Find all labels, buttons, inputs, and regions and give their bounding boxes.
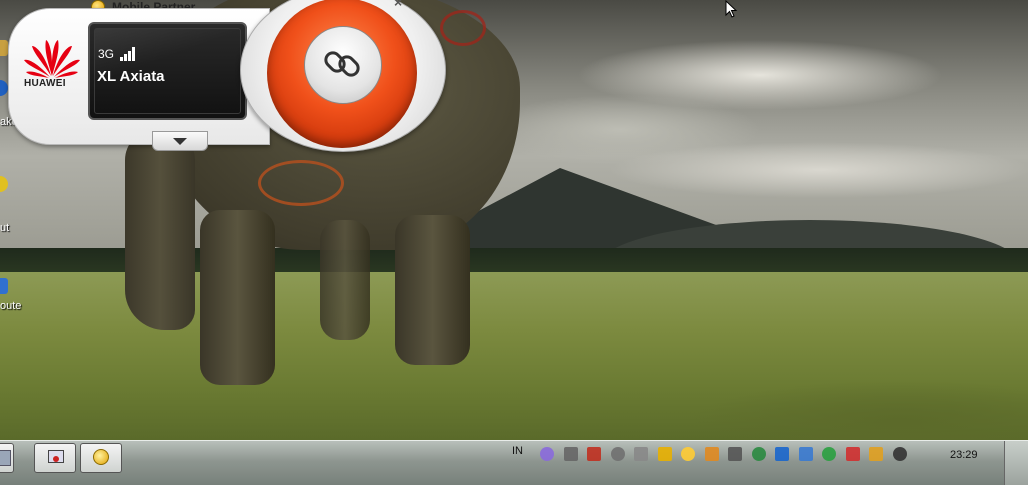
signal-icon[interactable] xyxy=(728,447,742,461)
yahoo-messenger-icon[interactable] xyxy=(681,447,695,461)
flag-check-icon[interactable] xyxy=(822,447,836,461)
wallpaper-tattoo xyxy=(440,10,486,46)
tools-icon[interactable] xyxy=(610,447,625,461)
network-type-label: 3G xyxy=(98,47,115,61)
mobile-partner-icon xyxy=(93,449,109,465)
taskbar-button-mobile-partner[interactable] xyxy=(80,443,122,473)
desktop-shortcut-icon[interactable] xyxy=(0,278,8,294)
desktop-icon-label[interactable]: ut xyxy=(0,222,9,234)
arrow-icon[interactable] xyxy=(775,447,789,461)
window-icon xyxy=(0,450,11,466)
desktop-icon-label[interactable]: oute xyxy=(0,300,21,312)
signal-strength-icon xyxy=(120,47,138,61)
brand-label: HUAWEI xyxy=(24,78,66,89)
expand-button[interactable] xyxy=(152,131,208,151)
desktop-shortcut-icon[interactable] xyxy=(0,40,8,56)
burst-icon[interactable] xyxy=(869,447,883,461)
wallpaper-elephant-leg xyxy=(320,220,370,340)
volume-icon[interactable] xyxy=(892,447,907,461)
monitor-badge-icon xyxy=(53,456,59,462)
clock[interactable]: 23:29 xyxy=(950,449,978,461)
taskbar: IN 23:29 xyxy=(0,440,1028,485)
wallpaper-elephant-leg xyxy=(200,210,275,385)
taskbar-button[interactable] xyxy=(0,443,14,473)
taskbar-button-remote[interactable] xyxy=(34,443,76,473)
link-icon xyxy=(324,51,360,77)
huawei-logo-icon xyxy=(24,40,80,78)
operator-name: XL Axiata xyxy=(97,68,165,85)
language-indicator[interactable]: IN xyxy=(512,445,523,457)
mouse-cursor-icon xyxy=(725,0,738,18)
keyboard-icon[interactable] xyxy=(563,447,578,461)
close-button[interactable]: × xyxy=(394,0,402,10)
mobile-partner-icon[interactable] xyxy=(657,447,672,461)
show-desktop-button[interactable] xyxy=(1004,441,1028,485)
wallpaper-elephant-trunk xyxy=(125,130,195,330)
wallpaper-tattoo xyxy=(258,160,344,206)
wallpaper-elephant-leg xyxy=(395,215,470,365)
chevron-down-icon xyxy=(173,138,187,145)
wifi-router-icon[interactable] xyxy=(587,447,601,461)
flag-x-icon[interactable] xyxy=(845,447,860,461)
package-icon[interactable] xyxy=(704,447,719,461)
globe-icon[interactable] xyxy=(751,447,766,461)
feather-icon[interactable] xyxy=(540,447,554,461)
window-icon[interactable] xyxy=(634,447,648,461)
shield-icon[interactable] xyxy=(798,447,813,461)
